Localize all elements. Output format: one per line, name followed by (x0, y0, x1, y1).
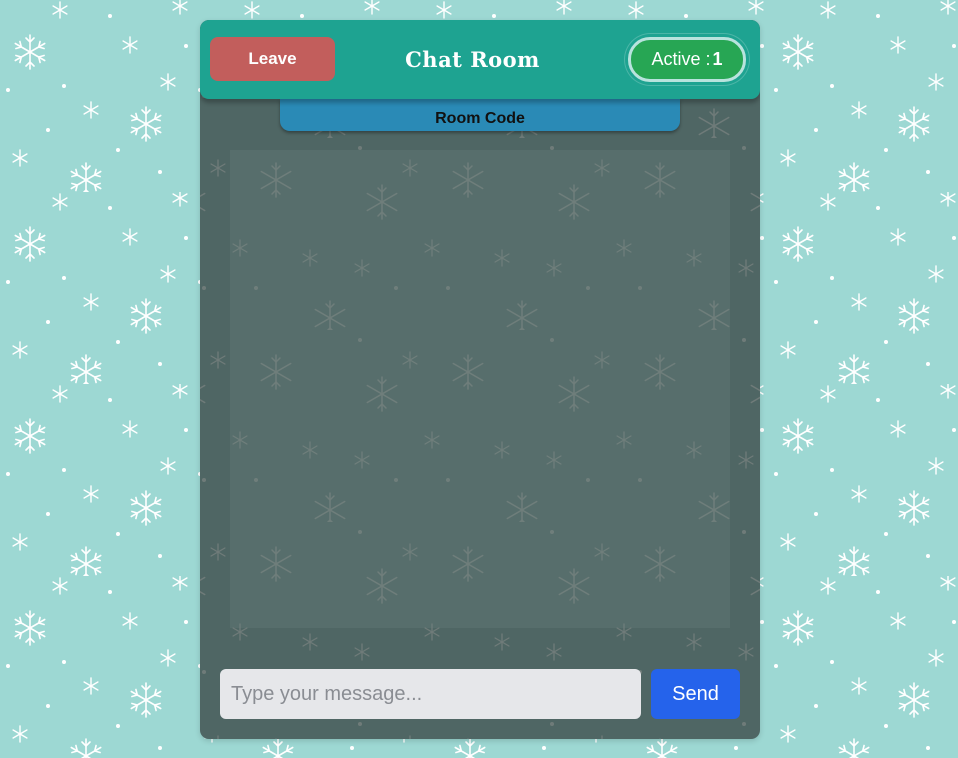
room-code-label: Room Code (435, 110, 525, 127)
chat-window: Leave Chat Room Active : 1 Room Code Sen… (200, 20, 760, 739)
leave-button[interactable]: Leave (210, 37, 335, 81)
chat-header: Leave Chat Room Active : 1 (200, 20, 760, 99)
page-title: Chat Room (405, 47, 540, 72)
message-input[interactable] (220, 669, 641, 719)
message-composer: Send (220, 669, 740, 719)
active-users-badge: Active : 1 (625, 34, 749, 85)
active-count: 1 (712, 49, 723, 69)
send-button[interactable]: Send (651, 669, 740, 719)
room-code-tab[interactable]: Room Code (280, 99, 680, 131)
active-label: Active : (651, 49, 711, 69)
message-list[interactable] (230, 150, 730, 628)
active-users-pill: Active : 1 (628, 37, 746, 82)
